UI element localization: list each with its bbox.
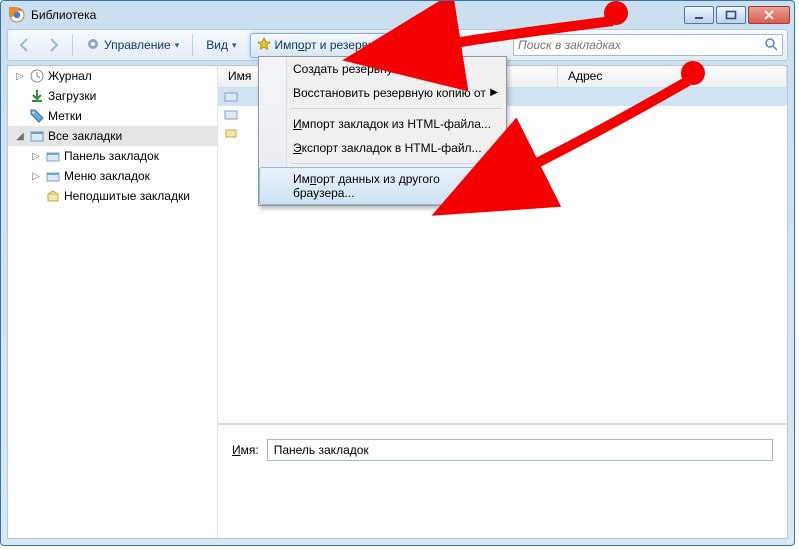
titlebar: Библиотека (1, 1, 794, 29)
col-address[interactable]: Адрес (558, 66, 787, 87)
sidebar-item-tags[interactable]: ▷ Метки (8, 106, 217, 126)
window-title: Библиотека (31, 8, 684, 22)
sidebar-label: Метки (48, 109, 82, 123)
sidebar-label: Загрузки (48, 89, 96, 103)
import-backup-button[interactable]: Импорт и резервные копии▾ (250, 33, 441, 58)
sidebar-label: Неподшитые закладки (64, 189, 190, 203)
detail-panel: Имя: (218, 424, 787, 538)
star-icon (257, 37, 271, 54)
view-button[interactable]: Вид▾ (199, 34, 243, 56)
minimize-button[interactable] (684, 6, 714, 24)
menu-export-html[interactable]: Экспорт закладок в HTML-файл... (259, 136, 506, 160)
folder-icon (224, 89, 238, 106)
bookmarks-icon (29, 128, 45, 144)
detail-name-label: Имя: (232, 443, 259, 457)
search-icon (764, 37, 778, 54)
clock-icon (29, 68, 45, 84)
sidebar-label: Все закладки (48, 129, 122, 143)
menu-import-html[interactable]: Импорт закладок из HTML-файла... (259, 112, 506, 136)
sidebar-item-all-bookmarks[interactable]: ◢ Все закладки (8, 126, 217, 146)
sidebar-label: Журнал (48, 69, 92, 83)
menu-create-backup[interactable]: Создать резервную копию... (259, 57, 506, 81)
view-label: Вид (206, 38, 228, 52)
sidebar-item-unsorted[interactable]: ▷ Неподшитые закладки (8, 186, 217, 206)
search-input[interactable] (518, 38, 764, 52)
back-button[interactable] (12, 33, 36, 57)
sidebar-item-downloads[interactable]: ▷ Загрузки (8, 86, 217, 106)
menu-import-browser[interactable]: Импорт данных из другого браузера... (259, 167, 506, 205)
import-backup-menu: Создать резервную копию... Восстановить … (258, 56, 507, 206)
manage-button[interactable]: Управление▾ (79, 33, 186, 58)
box-icon (224, 125, 238, 142)
download-icon (29, 88, 45, 104)
maximize-button[interactable] (716, 6, 746, 24)
manage-label: Управление (104, 38, 171, 52)
app-icon (9, 7, 25, 23)
sidebar: ▷ Журнал ▷ Загрузки ▷ Метки ◢ Все заклад… (8, 66, 218, 538)
sidebar-label: Меню закладок (64, 169, 150, 183)
library-window: Библиотека Управление▾ Вид▾ Импорт и рез… (0, 0, 795, 546)
gear-icon (86, 37, 100, 54)
sidebar-label: Панель закладок (64, 149, 159, 163)
tag-icon (29, 108, 45, 124)
folder-icon (224, 107, 238, 124)
forward-button[interactable] (42, 33, 66, 57)
detail-name-input[interactable] (267, 439, 773, 461)
import-label: Импорт и резервные копии (275, 38, 426, 52)
sidebar-item-history[interactable]: ▷ Журнал (8, 66, 217, 86)
sidebar-item-bm-toolbar[interactable]: ▷ Панель закладок (8, 146, 217, 166)
menu-restore-from[interactable]: Восстановить резервную копию от▶ (259, 81, 506, 105)
folder-icon (45, 148, 61, 164)
box-icon (45, 188, 61, 204)
sidebar-item-bm-menu[interactable]: ▷ Меню закладок (8, 166, 217, 186)
search-box[interactable] (513, 34, 783, 56)
close-button[interactable] (748, 6, 790, 24)
folder-icon (45, 168, 61, 184)
